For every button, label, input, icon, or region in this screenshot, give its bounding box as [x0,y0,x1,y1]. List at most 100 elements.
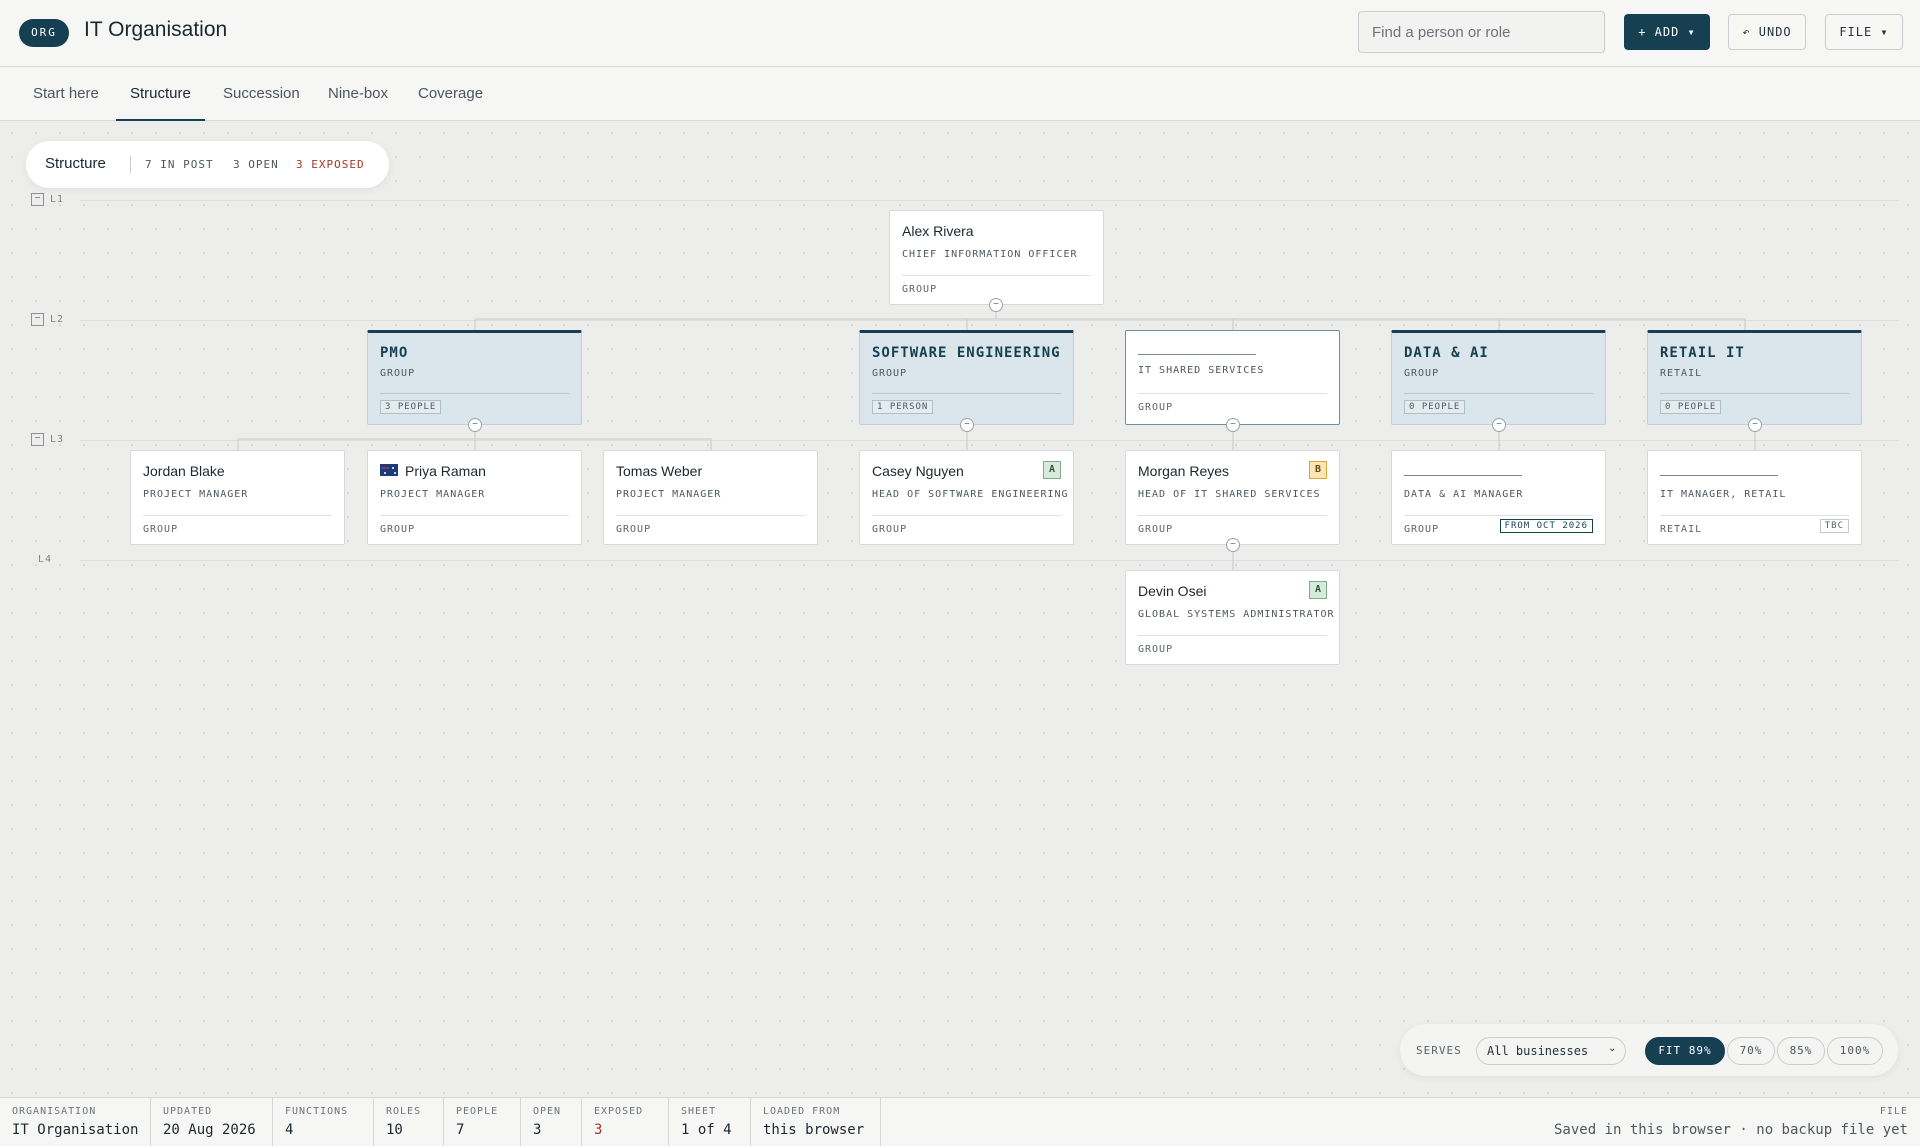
status-label: EXPOSED [594,1106,644,1117]
status-label: SHEET [681,1106,717,1117]
status-organisation: ORGANISATION IT Organisation [0,1098,151,1146]
role-card-data-ai-manager[interactable]: DATA & AI MANAGER GROUP FROM OCT 2026 [1391,450,1606,545]
person-name: Devin Osei [1138,583,1207,599]
zoom-toolbar: SERVES All businesses ⌄ FIT 89% 70% 85% … [1400,1024,1898,1076]
function-scope: GROUP [872,368,908,379]
role-scope: GROUP [872,524,908,535]
function-card-data-ai[interactable]: DATA & AI GROUP 0 PEOPLE [1391,330,1606,425]
collapse-minus-icon[interactable]: − [1226,538,1240,552]
status-roles: ROLES 10 [374,1098,444,1146]
function-name: SOFTWARE ENGINEERING [872,345,1061,361]
zoom-100-button[interactable]: 100% [1827,1037,1883,1065]
role-title: DATA & AI MANAGER [1404,489,1524,500]
role-card-it-manager-retail[interactable]: IT MANAGER, RETAIL RETAIL TBC [1647,450,1862,545]
status-label: PEOPLE [456,1106,499,1117]
status-people: PEOPLE 7 [444,1098,521,1146]
role-scope: GROUP [380,524,416,535]
role-card-cio[interactable]: Alex Rivera CHIEF INFORMATION OFFICER GR… [889,210,1104,305]
role-scope: GROUP [1138,524,1174,535]
headcount-badge: 0 PEOPLE [1660,400,1722,414]
collapse-minus-icon[interactable]: − [989,298,1003,312]
collapse-minus-icon[interactable]: − [960,418,974,432]
role-title: IT SHARED SERVICES [1138,365,1265,376]
tab-nine-box[interactable]: Nine-box [328,67,388,121]
status-label: UPDATED [163,1106,213,1117]
file-menu-button[interactable]: FILE ▾ [1825,14,1903,50]
tbc-tag: TBC [1819,519,1849,533]
vacant-name-line [1404,475,1522,476]
card-divider [1404,515,1593,516]
function-card-retail-it[interactable]: RETAIL IT RETAIL 0 PEOPLE [1647,330,1862,425]
function-card-software-engineering[interactable]: SOFTWARE ENGINEERING GROUP 1 PERSON [859,330,1074,425]
status-sheet: SHEET 1 of 4 [669,1098,751,1146]
app-title: IT Organisation [84,18,228,41]
function-scope: GROUP [380,368,416,379]
person-name: Priya Raman [405,463,486,479]
card-divider [1138,635,1327,636]
readiness-badge: B [1309,461,1327,479]
role-scope: GROUP [143,524,179,535]
function-card-pmo[interactable]: PMO GROUP 3 PEOPLE [367,330,582,425]
serves-label: SERVES [1416,1044,1462,1057]
role-card-morgan-reyes[interactable]: Morgan Reyes B HEAD OF IT SHARED SERVICE… [1125,450,1340,545]
status-value: 7 [456,1122,465,1138]
role-scope: GROUP [1138,644,1174,655]
tab-coverage[interactable]: Coverage [418,67,483,121]
zoom-70-button[interactable]: 70% [1727,1037,1775,1065]
collapse-minus-icon[interactable]: − [1492,418,1506,432]
status-value: IT Organisation [12,1122,139,1138]
status-loaded-from: LOADED FROM this browser [751,1098,881,1146]
zoom-fit-button[interactable]: FIT 89% [1645,1037,1725,1065]
tab-bar: Start here Structure Succession Nine-box… [0,67,1920,121]
tab-start-here[interactable]: Start here [33,67,99,121]
tab-structure[interactable]: Structure [116,67,205,121]
card-divider [1660,393,1849,394]
undo-button[interactable]: ↶ UNDO [1728,14,1806,50]
status-value: 10 [386,1122,403,1138]
role-scope: GROUP [902,284,938,295]
vacant-name-line [1138,354,1256,355]
top-bar: ORG IT Organisation + ADD ▾ ↶ UNDO FILE … [0,0,1920,67]
status-value: this browser [763,1122,865,1138]
card-divider [616,515,805,516]
role-card-it-shared-services[interactable]: IT SHARED SERVICES GROUP [1125,330,1340,425]
person-name: Casey Nguyen [872,463,964,479]
card-divider [902,275,1091,276]
serves-select[interactable]: All businesses [1476,1037,1626,1065]
status-label: ROLES [386,1106,422,1117]
status-value: 4 [285,1122,294,1138]
role-card-tomas-weber[interactable]: Tomas Weber PROJECT MANAGER GROUP [603,450,818,545]
readiness-badge: A [1309,581,1327,599]
org-logo: ORG [19,19,69,47]
role-title: PROJECT MANAGER [616,489,722,500]
headcount-badge: 1 PERSON [872,400,934,414]
tab-succession[interactable]: Succession [223,67,300,121]
add-button[interactable]: + ADD ▾ [1624,14,1710,50]
role-card-casey-nguyen[interactable]: Casey Nguyen A HEAD OF SOFTWARE ENGINEER… [859,450,1074,545]
role-card-priya-raman[interactable]: Priya Raman PROJECT MANAGER GROUP [367,450,582,545]
person-name: Morgan Reyes [1138,463,1230,479]
status-exposed: EXPOSED 3 [582,1098,669,1146]
status-label: ORGANISATION [12,1106,97,1117]
card-divider [1660,515,1849,516]
role-scope: GROUP [1138,402,1174,413]
status-label: LOADED FROM [763,1106,841,1117]
collapse-minus-icon[interactable]: − [1226,418,1240,432]
role-title: PROJECT MANAGER [380,489,486,500]
status-functions: FUNCTIONS 4 [273,1098,374,1146]
status-value: 20 Aug 2026 [163,1122,256,1138]
role-card-devin-osei[interactable]: Devin Osei A GLOBAL SYSTEMS ADMINISTRATO… [1125,570,1340,665]
chevron-down-icon: ⌄ [1608,1043,1617,1054]
role-card-jordan-blake[interactable]: Jordan Blake PROJECT MANAGER GROUP [130,450,345,545]
collapse-minus-icon[interactable]: − [1748,418,1762,432]
status-label: OPEN [533,1106,562,1117]
function-scope: GROUP [1404,368,1440,379]
search-input[interactable] [1358,11,1605,53]
collapse-minus-icon[interactable]: − [468,418,482,432]
person-name: Jordan Blake [143,463,225,479]
role-title: HEAD OF SOFTWARE ENGINEERING [872,489,1069,500]
org-chart-canvas[interactable]: Structure 7 IN POST 3 OPEN 3 EXPOSED − L… [0,121,1920,1097]
card-divider [872,515,1061,516]
role-scope: GROUP [616,524,652,535]
zoom-85-button[interactable]: 85% [1777,1037,1825,1065]
